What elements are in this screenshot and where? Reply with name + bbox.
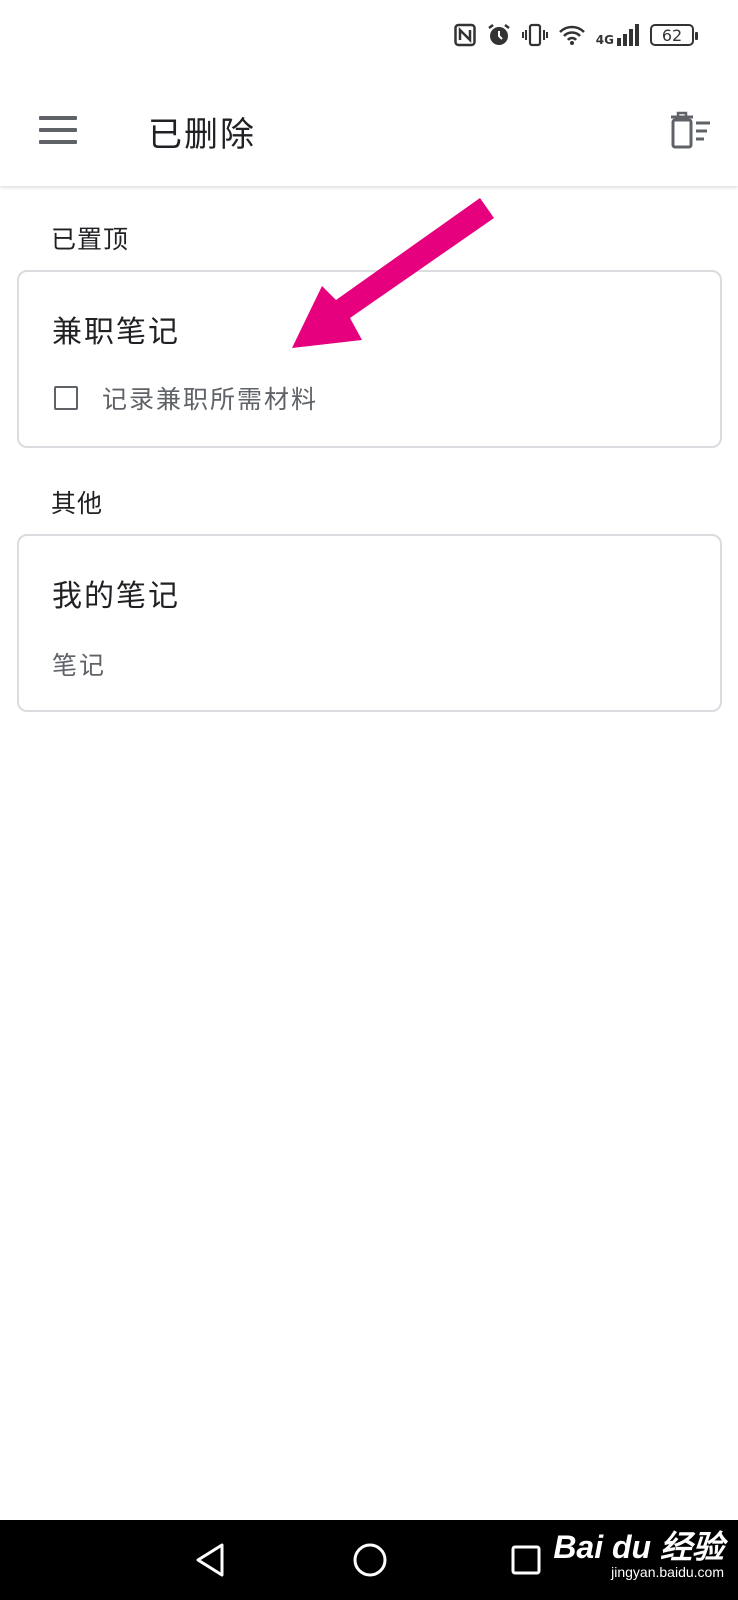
cellular-signal-icon: 4G [596,24,640,46]
home-icon[interactable] [346,1538,394,1582]
baidu-watermark: Bai du 经验 jingyan.baidu.com [553,1529,724,1581]
battery-level: 62 [661,25,683,45]
watermark-logo: Bai du 经验 [553,1529,724,1565]
status-bar: 4G 62 [0,0,738,70]
note-body: 笔记 [52,651,107,680]
navigation-bar: Bai du 经验 jingyan.baidu.com [0,1520,738,1600]
delete-sweep-icon[interactable] [664,104,716,156]
checkbox[interactable] [54,386,78,410]
page-title: 已删除 [148,115,256,155]
checklist-item-text: 记录兼职所需材料 [102,385,319,414]
alarm-icon [486,22,512,48]
nfc-icon [454,23,476,47]
note-card-pinned[interactable]: 兼职笔记 记录兼职所需材料 [17,270,722,448]
network-type-label: 4G [595,33,614,47]
recents-icon[interactable] [502,1538,550,1582]
note-title: 兼职笔记 [52,315,180,350]
vibrate-icon [521,23,548,47]
section-label-others: 其他 [51,489,104,518]
note-title: 我的笔记 [52,579,180,614]
section-label-pinned: 已置顶 [51,225,130,254]
note-card-other[interactable]: 我的笔记 笔记 [17,534,722,712]
battery-icon: 62 [650,24,698,46]
checklist-item: 记录兼职所需材料 [52,380,318,416]
watermark-url: jingyan.baidu.com [611,1564,724,1581]
wifi-icon [558,24,586,46]
back-icon[interactable] [186,1538,234,1582]
app-bar: 已删除 [0,70,738,186]
status-icons: 4G 62 [454,20,698,50]
hamburger-menu-icon[interactable] [30,102,86,158]
